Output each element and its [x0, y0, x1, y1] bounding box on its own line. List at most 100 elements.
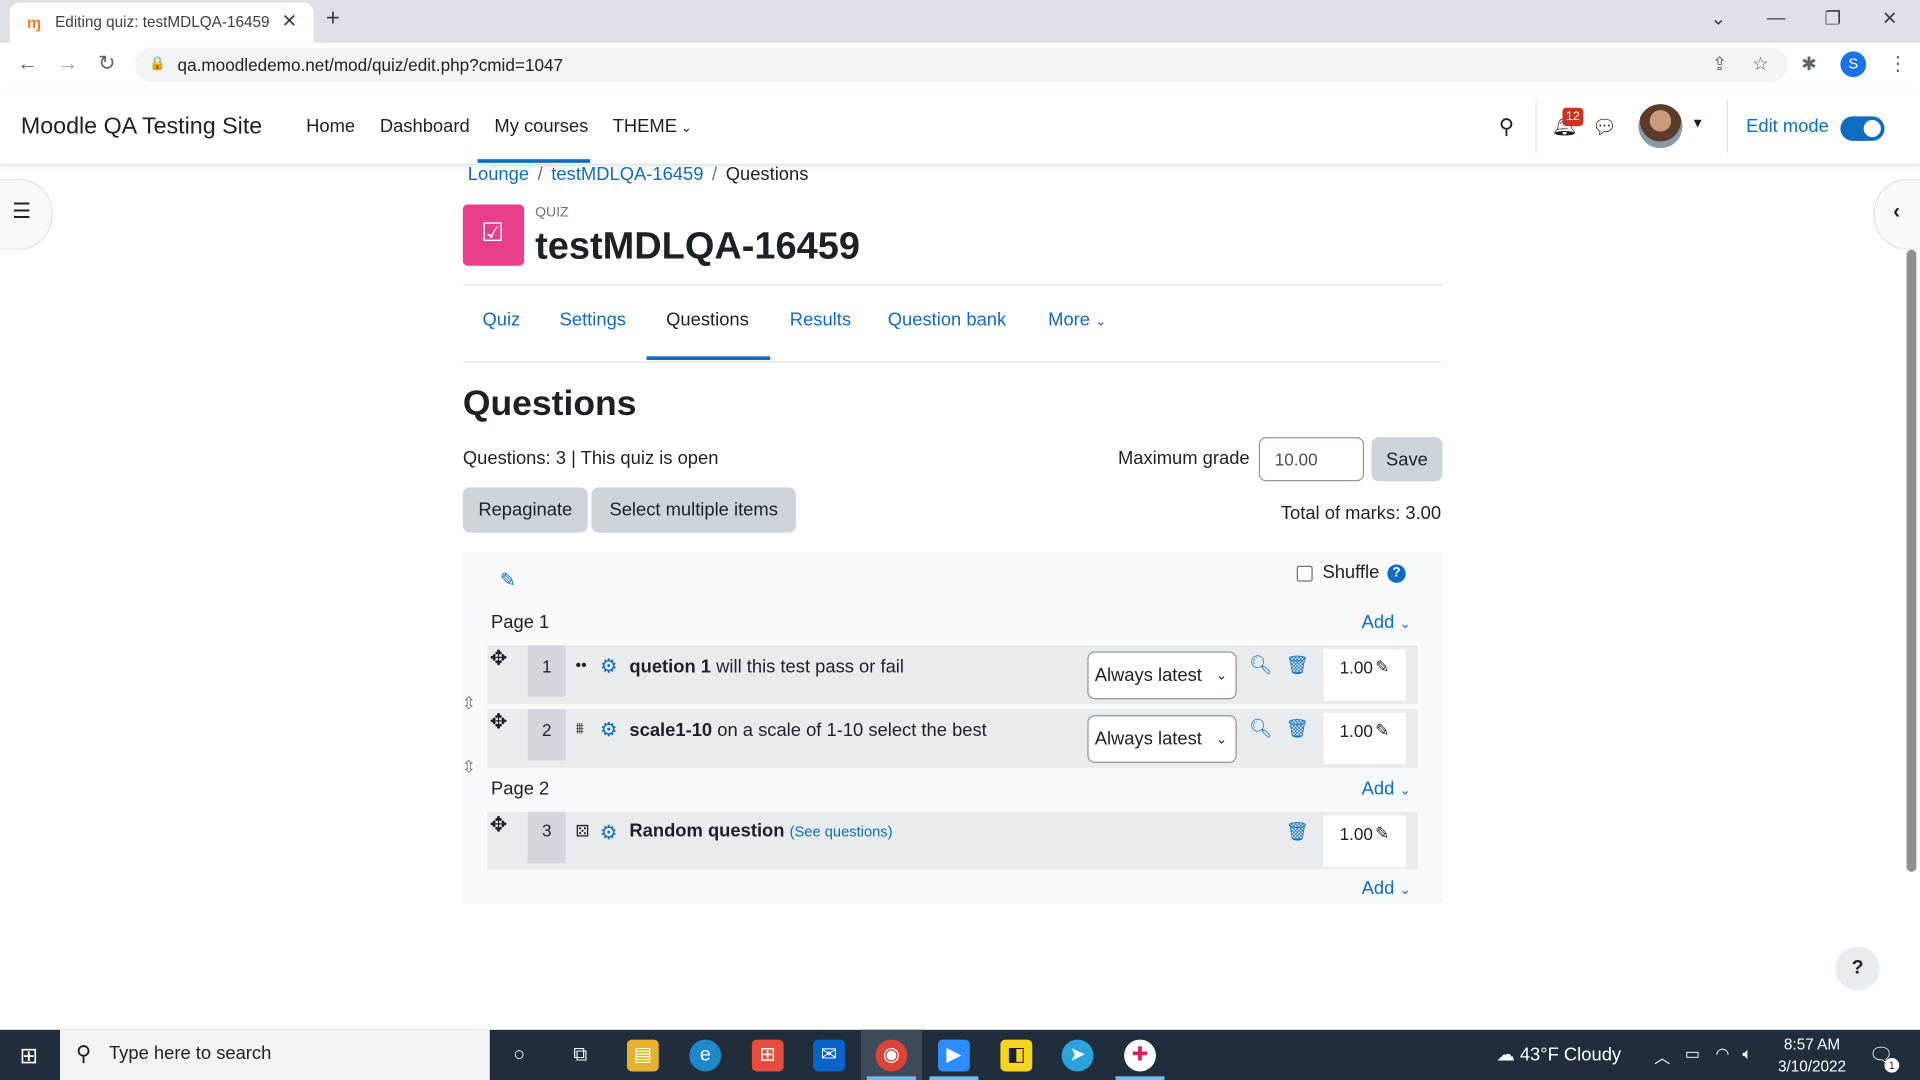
- browser-tab[interactable]: ɱ Editing quiz: testMDLQA-16459 ✕: [9, 2, 314, 43]
- back-icon[interactable]: ←: [17, 51, 38, 75]
- edit-mode-toggle[interactable]: [1840, 116, 1885, 141]
- shuffle-checkbox[interactable]: [1296, 565, 1313, 582]
- move-icon[interactable]: ✥: [490, 813, 507, 837]
- help-footer-button[interactable]: ?: [1835, 946, 1880, 991]
- nav-home[interactable]: Home: [306, 116, 355, 137]
- tab-settings[interactable]: Settings: [560, 310, 626, 331]
- tab-question-bank[interactable]: Question bank: [888, 310, 1006, 331]
- tab-search-chevron-icon[interactable]: ⌄: [1711, 7, 1726, 30]
- select-multiple-items-button[interactable]: Select multiple items: [591, 487, 796, 533]
- tab-results[interactable]: Results: [790, 310, 851, 331]
- remove-page-break-icon[interactable]: ⇳: [462, 757, 476, 778]
- save-button[interactable]: Save: [1371, 437, 1443, 482]
- move-icon[interactable]: ✥: [490, 710, 507, 734]
- extensions-icon[interactable]: ✱: [1801, 53, 1816, 75]
- see-questions-link[interactable]: (See questions): [790, 823, 893, 840]
- share-icon[interactable]: ⇪: [1712, 53, 1727, 75]
- breadcrumb-course[interactable]: testMDLQA-16459: [551, 164, 703, 185]
- close-tab-icon[interactable]: ✕: [282, 10, 297, 32]
- slack-icon[interactable]: ✚: [1124, 1039, 1156, 1072]
- new-tab-icon[interactable]: +: [326, 5, 340, 33]
- delete-trash-icon[interactable]: 🗑︎: [1286, 820, 1309, 843]
- move-icon[interactable]: ✥: [490, 647, 507, 671]
- course-index-drawer-toggle[interactable]: ☰: [0, 178, 53, 250]
- toggle-knob: [1863, 120, 1881, 138]
- edit-gear-icon[interactable]: ⚙: [600, 718, 618, 742]
- help-question-icon[interactable]: ?: [1387, 564, 1406, 583]
- preview-search-icon[interactable]: 🔍︎: [1249, 718, 1272, 740]
- delete-trash-icon[interactable]: 🗑︎: [1286, 654, 1309, 676]
- chrome-icon[interactable]: ◉: [875, 1039, 908, 1072]
- random-question-icon: ⚄: [575, 821, 590, 841]
- nav-dashboard[interactable]: Dashboard: [380, 116, 470, 137]
- forward-icon[interactable]: →: [58, 51, 79, 75]
- edge-icon[interactable]: e: [689, 1039, 722, 1072]
- max-mark-value: 1.00: [1339, 824, 1373, 844]
- running-app-indicator: [929, 1076, 979, 1080]
- weather-widget[interactable]: ☁ 43°F Cloudy: [1496, 1043, 1621, 1065]
- edit-mark-pencil-icon[interactable]: ✎: [1375, 656, 1389, 677]
- mail-icon[interactable]: ✉: [813, 1039, 845, 1072]
- maximum-grade-input[interactable]: [1258, 437, 1365, 482]
- nav-my-courses[interactable]: My courses: [494, 116, 588, 137]
- sticky-notes-icon[interactable]: ◧: [1000, 1039, 1033, 1072]
- add-question-menu[interactable]: Add ⌄: [1362, 612, 1411, 633]
- breadcrumb-separator: /: [537, 164, 543, 185]
- preview-search-icon[interactable]: 🔍︎: [1249, 654, 1272, 676]
- zoom-icon[interactable]: ▶: [937, 1039, 970, 1072]
- user-avatar[interactable]: [1638, 104, 1683, 149]
- version-select-value: Always latest: [1094, 728, 1202, 750]
- restore-icon[interactable]: ❐: [1825, 7, 1841, 30]
- task-view-icon[interactable]: ⧉: [564, 1040, 596, 1072]
- edit-gear-icon[interactable]: ⚙: [600, 654, 618, 678]
- total-marks-text: Total of marks: 3.00: [1280, 503, 1442, 525]
- battery-icon[interactable]: ▭: [1685, 1044, 1700, 1064]
- cortana-icon[interactable]: ○: [503, 1040, 535, 1072]
- question-title[interactable]: scale1-10 on a scale of 1-10 select the …: [629, 720, 986, 741]
- question-title[interactable]: quetion 1 will this test pass or fail: [629, 656, 904, 677]
- user-menu-chevron-icon[interactable]: ▼: [1691, 116, 1704, 131]
- nav-theme-label: THEME: [612, 116, 677, 138]
- edit-gear-icon[interactable]: ⚙: [600, 820, 618, 844]
- show-hidden-icons-chevron-icon[interactable]: ︿: [1654, 1044, 1670, 1067]
- add-page-break-icon[interactable]: ⇳: [462, 693, 476, 714]
- add-question-menu[interactable]: Add ⌄: [1362, 878, 1411, 899]
- nav-theme[interactable]: THEME ⌄: [613, 116, 692, 137]
- bookmark-star-icon[interactable]: ☆: [1752, 53, 1768, 75]
- reload-icon[interactable]: ↻: [98, 51, 115, 75]
- microsoft-store-icon[interactable]: ⊞: [751, 1039, 784, 1072]
- search-icon[interactable]: ⚲: [1499, 115, 1514, 139]
- minimize-icon[interactable]: —: [1767, 7, 1785, 28]
- running-app-indicator: [1115, 1076, 1165, 1080]
- delete-trash-icon[interactable]: 🗑︎: [1286, 718, 1309, 740]
- address-bar[interactable]: 🔒 qa.moodledemo.net/mod/quiz/edit.php?cm…: [134, 47, 1788, 83]
- slot-number: 2: [527, 708, 566, 761]
- edit-mark-pencil-icon[interactable]: ✎: [1375, 720, 1389, 741]
- close-window-icon[interactable]: ✕: [1882, 7, 1897, 30]
- browser-menu-icon[interactable]: ⋮: [1888, 51, 1908, 75]
- browser-profile-avatar[interactable]: S: [1840, 51, 1867, 78]
- question-version-select[interactable]: Always latest ⌄: [1087, 715, 1237, 763]
- site-name[interactable]: Moodle QA Testing Site: [21, 114, 262, 141]
- add-question-menu[interactable]: Add ⌄: [1362, 779, 1411, 800]
- taskbar-search-box[interactable]: ⚲ Type here to search: [60, 1029, 490, 1080]
- telegram-icon[interactable]: ➤: [1061, 1039, 1094, 1072]
- tab-quiz[interactable]: Quiz: [482, 310, 520, 331]
- edit-section-heading-pencil-icon[interactable]: ✎: [500, 568, 516, 592]
- question-version-select[interactable]: Always latest ⌄: [1087, 651, 1237, 700]
- lock-icon[interactable]: 🔒: [149, 55, 166, 71]
- taskbar-clock[interactable]: 8:57 AM 3/10/2022: [1778, 1033, 1846, 1077]
- block-drawer-toggle[interactable]: ‹: [1873, 178, 1920, 250]
- file-explorer-icon[interactable]: ▤: [626, 1039, 659, 1072]
- messages-icon[interactable]: 💬︎: [1592, 115, 1617, 139]
- windows-start-icon[interactable]: ⊞: [20, 1043, 38, 1069]
- page-scrollbar[interactable]: [1906, 249, 1917, 872]
- breadcrumb-lounge[interactable]: Lounge: [468, 164, 529, 185]
- edit-mark-pencil-icon[interactable]: ✎: [1375, 823, 1389, 844]
- tab-questions[interactable]: Questions: [666, 310, 749, 331]
- volume-icon[interactable]: 🔈︎: [1742, 1044, 1752, 1064]
- wifi-icon[interactable]: ◠: [1716, 1044, 1730, 1064]
- tab-more[interactable]: More ⌄: [1048, 310, 1106, 331]
- windows-taskbar: ⊞ ⚲ Type here to search ○ ⧉ ▤ e ⊞ ✉ ◉ ▶ …: [0, 1029, 1920, 1080]
- repaginate-button[interactable]: Repaginate: [462, 487, 588, 533]
